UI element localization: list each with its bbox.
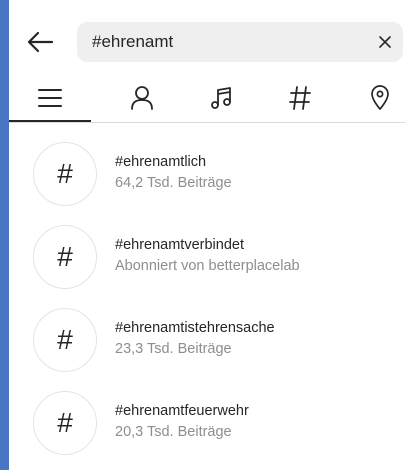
hashtag-avatar: # <box>33 225 97 289</box>
list-item[interactable]: # #ehrenamtverbindet Abonniert von bette… <box>9 221 405 304</box>
location-pin-icon <box>371 85 389 110</box>
close-icon <box>379 36 391 48</box>
tabs-divider <box>9 122 405 123</box>
hashtag-title: #ehrenamtfeuerwehr <box>115 403 249 419</box>
hashtag-subtitle: 20,3 Tsd. Beiträge <box>115 424 232 440</box>
result-tabs <box>9 78 405 124</box>
tab-top[interactable] <box>25 78 75 118</box>
tab-places[interactable] <box>355 78 405 118</box>
list-icon <box>38 89 62 107</box>
results-list: # #ehrenamtlich 64,2 Tsd. Beiträge # #eh… <box>9 138 405 470</box>
list-item[interactable]: # #ehrenamtfeuerwehr 20,3 Tsd. Beiträge <box>9 387 405 470</box>
arrow-left-icon <box>27 31 54 53</box>
hashtag-title: #ehrenamtverbindet <box>115 237 244 253</box>
back-button[interactable] <box>23 28 57 56</box>
search-input[interactable]: #ehrenamt <box>77 22 403 62</box>
music-note-icon <box>211 87 231 109</box>
list-item[interactable]: # #ehrenamtistehrensache 23,3 Tsd. Beitr… <box>9 304 405 387</box>
hashtag-title: #ehrenamtistehrensache <box>115 320 275 336</box>
person-icon <box>131 86 153 110</box>
hashtag-avatar: # <box>33 391 97 455</box>
list-item[interactable]: # #ehrenamtlich 64,2 Tsd. Beiträge <box>9 138 405 221</box>
clear-search-button[interactable] <box>373 30 397 54</box>
active-tab-indicator <box>9 120 91 122</box>
hashtag-subtitle: Abonniert von betterplacelab <box>115 258 300 274</box>
hashtag-avatar: # <box>33 142 97 206</box>
tab-accounts[interactable] <box>117 78 167 118</box>
hashtag-title: #ehrenamtlich <box>115 154 207 170</box>
hashtag-subtitle: 23,3 Tsd. Beiträge <box>115 341 232 357</box>
hashtag-subtitle: 64,2 Tsd. Beiträge <box>115 175 232 191</box>
tab-tags[interactable] <box>275 78 325 118</box>
hashtag-avatar: # <box>33 308 97 372</box>
tab-audio[interactable] <box>196 78 246 118</box>
search-screen: #ehrenamt # #ehrenamtlich 64,2 Tsd. Beit… <box>9 0 405 470</box>
hashtag-icon <box>289 86 311 110</box>
search-query[interactable]: #ehrenamt <box>92 22 173 62</box>
